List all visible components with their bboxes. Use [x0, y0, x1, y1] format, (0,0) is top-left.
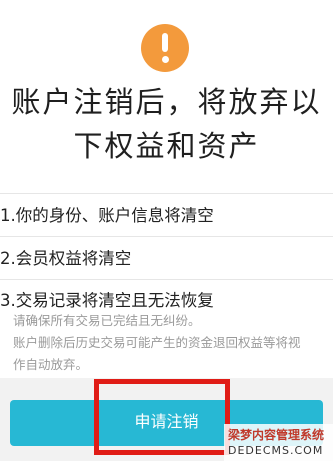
list-item-identity: 1.你的身份、账户信息将清空: [0, 206, 214, 225]
watermark-en: DEDECMS.COM: [228, 444, 324, 457]
highlight-box: [94, 379, 230, 455]
exclamation-dot: [161, 56, 169, 63]
page-headline: 账户注销后，将放弃以 下权益和资产: [0, 80, 333, 168]
note-line-1: 请确保所有交易已完结且无纠纷。: [13, 313, 201, 328]
list-item-membership: 2.会员权益将清空: [0, 249, 132, 268]
divider: [0, 193, 333, 194]
headline-line-2: 下权益和资产: [73, 129, 260, 163]
watermark-logo: 梁梦内容管理系统 DEDECMS.COM: [224, 424, 333, 461]
note-line-3: 作自动放弃。: [13, 357, 89, 372]
headline-line-1: 账户注销后，将放弃以: [11, 85, 322, 119]
watermark-cn: 梁梦内容管理系统: [228, 428, 325, 442]
divider: [0, 236, 333, 237]
exclamation-bar: [162, 33, 168, 52]
note-line-2: 账户删除后历史交易可能产生的资金退回权益等将视: [13, 335, 301, 350]
warning-icon: [141, 24, 189, 72]
list-item-transactions: 3.交易记录将清空且无法恢复: [0, 291, 214, 310]
divider: [0, 279, 333, 280]
